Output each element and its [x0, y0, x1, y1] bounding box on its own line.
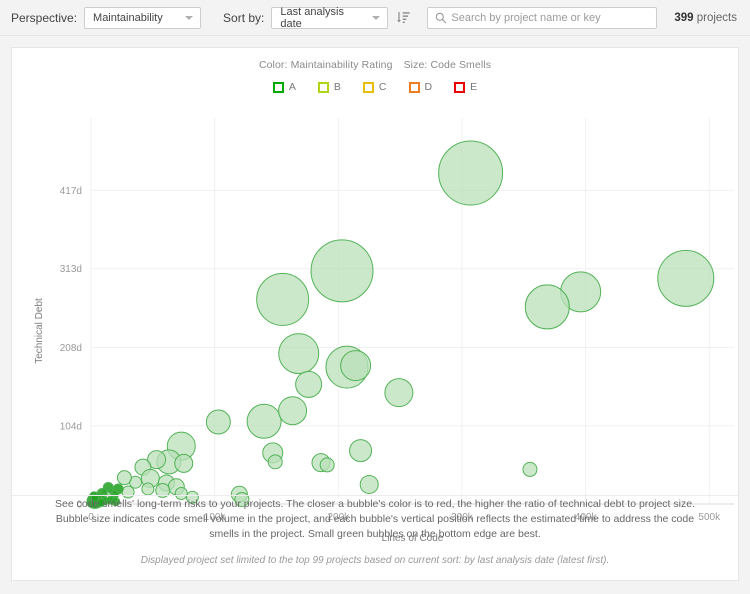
sort-descending-icon[interactable]	[393, 7, 413, 29]
chart-limit-note: Displayed project set limited to the top…	[140, 555, 610, 566]
legend-label-d: D	[424, 81, 433, 93]
search-icon	[436, 12, 447, 23]
perspective-select-value: Maintainability	[93, 11, 163, 24]
footer-divider	[12, 495, 738, 496]
legend-color-title: Color: Maintainability Rating	[258, 59, 393, 71]
project-count: 399 projects	[674, 12, 739, 24]
bubble-point[interactable]	[524, 284, 570, 330]
legend-label-e: E	[470, 81, 478, 93]
bubble-point[interactable]	[438, 140, 504, 206]
bubble-point[interactable]	[278, 333, 320, 375]
legend-titles: Color: Maintainability Rating Size: Code …	[12, 59, 738, 71]
bubble-point[interactable]	[560, 271, 602, 313]
bubble-point[interactable]	[134, 458, 152, 476]
bubble-point[interactable]	[112, 483, 124, 495]
legend-swatch-d	[408, 81, 420, 93]
bubble-point[interactable]	[262, 442, 284, 464]
bubble-point[interactable]	[116, 470, 132, 486]
chart-legend: Color: Maintainability Rating Size: Code …	[12, 48, 738, 93]
legend-label-c: C	[378, 81, 387, 93]
legend-size-title: Size: Code Smells	[403, 59, 492, 71]
bubble-point[interactable]	[349, 439, 373, 463]
sort-by-label: Sort by:	[223, 10, 265, 25]
chevron-down-icon	[185, 15, 194, 20]
legend-swatch-e	[454, 81, 466, 93]
bubble-point[interactable]	[310, 239, 374, 303]
bubble-point[interactable]	[295, 370, 323, 398]
legend-swatch-a	[272, 81, 284, 93]
projects-toolbar: Perspective: Maintainability Sort by: La…	[0, 0, 750, 36]
y-axis-title: Technical Debt	[34, 298, 45, 364]
bubble-point[interactable]	[157, 474, 175, 492]
perspective-select[interactable]: Maintainability	[84, 6, 202, 29]
chart-footnote: See code smells' long-term risks to your…	[12, 497, 738, 568]
legend-item-d[interactable]: D	[408, 81, 433, 93]
bubble-point[interactable]	[205, 409, 231, 435]
bubble-point[interactable]	[319, 457, 335, 473]
search-box[interactable]	[427, 6, 658, 29]
bubble-point[interactable]	[156, 449, 182, 475]
perspective-label: Perspective:	[11, 10, 78, 25]
bubble-point[interactable]	[246, 403, 282, 439]
bubble-point[interactable]	[340, 350, 372, 382]
bubble-scatter-plot: 0104d208d313d417d0 100k 200k 300k 400k 500kLi…	[34, 118, 734, 544]
bubble-point[interactable]	[167, 478, 185, 496]
legend-label-b: B	[333, 81, 341, 93]
bubble-point[interactable]	[325, 345, 369, 389]
y-tick-label: 208d	[60, 343, 82, 354]
legend-swatch-c	[362, 81, 374, 93]
bubble-group	[86, 140, 715, 509]
y-tick-label: 313d	[60, 264, 82, 275]
legend-label-a: A	[288, 81, 296, 93]
legend-item-e[interactable]: E	[454, 81, 477, 93]
bubble-point[interactable]	[256, 272, 310, 326]
bubble-point[interactable]	[384, 378, 414, 408]
project-count-suffix: projects	[693, 11, 737, 24]
legend-item-a[interactable]: A	[272, 81, 296, 93]
sort-by-select-value: Last analysis date	[280, 5, 344, 30]
plot-area: 0 104d 208d 313d 417d 0 100k 200k 300k 400k 500k Li…	[12, 48, 740, 548]
y-tick-label: 104d	[60, 421, 82, 432]
y-tick-label: 417d	[60, 186, 82, 197]
bubble-point[interactable]	[359, 474, 379, 494]
bubble-point[interactable]	[267, 454, 283, 470]
legend-item-list: A B C D E	[12, 81, 738, 93]
legend-item-c[interactable]: C	[362, 81, 387, 93]
bubble-point[interactable]	[278, 396, 308, 426]
bubble-point[interactable]	[140, 468, 160, 488]
bubble-point[interactable]	[657, 249, 715, 307]
bubble-point[interactable]	[522, 461, 538, 477]
bubble-chart-panel: Color: Maintainability Rating Size: Code …	[11, 47, 739, 581]
bubble-point[interactable]	[311, 453, 331, 473]
chevron-down-icon	[372, 15, 381, 20]
legend-swatch-b	[317, 81, 329, 93]
bubble-point[interactable]	[102, 481, 114, 493]
search-input[interactable]	[428, 7, 657, 28]
project-count-number: 399	[674, 11, 694, 24]
bubble-point[interactable]	[141, 482, 155, 496]
chart-description: See code smells' long-term risks to your…	[55, 498, 695, 540]
bubble-point[interactable]	[129, 475, 143, 489]
bubble-point[interactable]	[166, 431, 196, 461]
legend-item-b[interactable]: B	[317, 81, 341, 93]
bubble-point[interactable]	[174, 453, 194, 473]
bubble-point[interactable]	[147, 450, 167, 470]
sort-by-select[interactable]: Last analysis date	[271, 5, 389, 30]
